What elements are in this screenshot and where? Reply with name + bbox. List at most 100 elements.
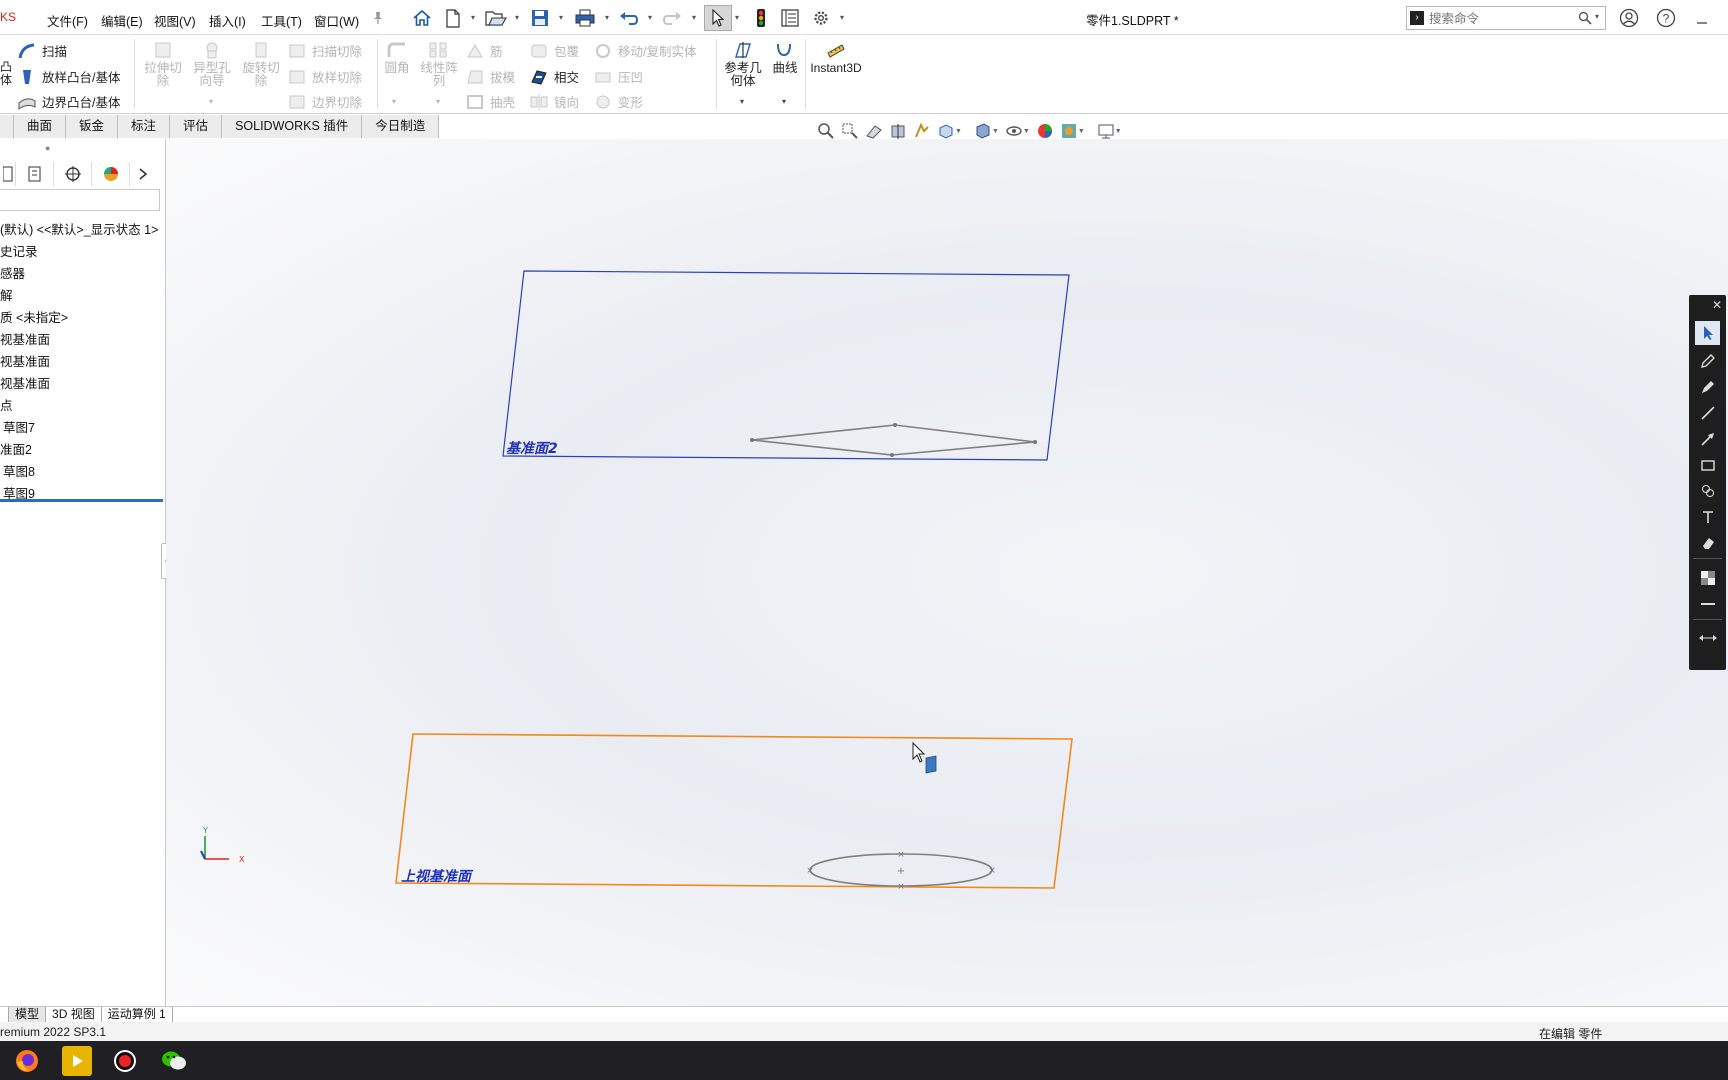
sketch-vertex[interactable] bbox=[893, 423, 897, 427]
menu-window[interactable]: 窗口(W) bbox=[314, 11, 359, 30]
tab-motion-study[interactable]: 运动算例 1 bbox=[102, 1007, 173, 1022]
chevron-down-icon[interactable]: ▾ bbox=[471, 13, 475, 22]
flex-button[interactable]: 变形 bbox=[593, 92, 643, 111]
help-icon[interactable]: ? bbox=[1654, 7, 1678, 29]
tab-solidworks-addins[interactable]: SOLIDWORKS 插件 bbox=[222, 115, 363, 138]
fill-pattern-icon[interactable] bbox=[1695, 566, 1720, 590]
tree-item-annotations[interactable]: 解 bbox=[0, 285, 13, 304]
gear-icon[interactable] bbox=[809, 7, 833, 29]
chevron-down-icon[interactable]: ▼ bbox=[1023, 128, 1030, 135]
chevron-down-icon[interactable]: ▾ bbox=[735, 13, 739, 22]
wechat-icon[interactable] bbox=[159, 1046, 189, 1076]
task-pane-icon[interactable] bbox=[1718, 139, 1728, 140]
hole-wizard-button[interactable]: 异型孔 向导 bbox=[191, 41, 233, 88]
chevron-down-icon[interactable]: ▼ bbox=[1115, 128, 1122, 135]
redo-icon[interactable] bbox=[660, 7, 684, 29]
tree-item-sensors[interactable]: 感器 bbox=[0, 263, 25, 282]
pencil-tool-icon[interactable] bbox=[1695, 349, 1720, 373]
tab-scroll-left[interactable] bbox=[0, 1007, 9, 1022]
tree-item-sketch7[interactable]: 草图7 bbox=[3, 417, 35, 436]
chevron-right-icon[interactable] bbox=[130, 162, 156, 186]
tab-3d-views[interactable]: 3D 视图 bbox=[46, 1007, 102, 1022]
tree-item-front-plane[interactable]: 视基准面 bbox=[0, 329, 50, 348]
select-pointer-icon[interactable] bbox=[704, 5, 732, 31]
user-account-icon[interactable] bbox=[1617, 7, 1641, 29]
menu-insert[interactable]: 插入(I) bbox=[209, 11, 246, 30]
chevron-down-icon[interactable]: ▾ bbox=[436, 97, 440, 106]
panel-splitter-dot[interactable]: ● bbox=[45, 143, 50, 153]
tree-item-right-plane[interactable]: 视基准面 bbox=[0, 373, 50, 392]
rollback-bar[interactable] bbox=[0, 499, 163, 502]
chevron-down-icon[interactable]: ▾ bbox=[692, 13, 696, 22]
sketch-vertex[interactable] bbox=[890, 453, 894, 457]
configuration-manager-tab-icon[interactable] bbox=[54, 162, 92, 186]
top-plane-label[interactable]: 上视基准面 bbox=[401, 868, 474, 885]
extrude-boss-partial-label[interactable]: 凸体 bbox=[0, 61, 12, 87]
display-manager-tab-icon[interactable] bbox=[92, 162, 130, 186]
line-weight-icon[interactable] bbox=[1695, 592, 1720, 616]
boundary-cut-button[interactable]: 边界切除 bbox=[287, 92, 362, 111]
draft-button[interactable]: 拔模 bbox=[465, 67, 515, 86]
media-player-icon[interactable] bbox=[62, 1046, 92, 1076]
expand-palette-icon[interactable] bbox=[1695, 626, 1720, 650]
chevron-down-icon[interactable]: ▼ bbox=[955, 128, 962, 135]
mirror-button[interactable]: 镜向 bbox=[529, 92, 579, 111]
plane2-outline[interactable] bbox=[502, 270, 1070, 461]
tab-surfaces[interactable]: 曲面 bbox=[14, 115, 67, 138]
tree-item-material[interactable]: 质 <未指定> bbox=[0, 307, 68, 326]
task-pane-icon[interactable] bbox=[1694, 139, 1706, 140]
chevron-down-icon[interactable]: ▾ bbox=[648, 13, 652, 22]
chevron-down-icon[interactable]: ▾ bbox=[1595, 12, 1599, 21]
menu-file[interactable]: 文件(F) bbox=[47, 11, 88, 30]
indent-button[interactable]: 压凹 bbox=[593, 67, 643, 86]
tree-item-top-plane[interactable]: 视基准面 bbox=[0, 351, 50, 370]
tree-item-sketch8[interactable]: 草图8 bbox=[3, 461, 35, 480]
tree-item-plane2[interactable]: 准面2 bbox=[0, 439, 32, 458]
tab-features-partial[interactable] bbox=[0, 115, 14, 138]
line-tool-icon[interactable] bbox=[1695, 401, 1720, 425]
sketch-vertex[interactable] bbox=[750, 438, 754, 442]
tab-make-today[interactable]: 今日制造 bbox=[362, 115, 440, 138]
intersect-button[interactable]: 相交 bbox=[529, 67, 579, 86]
move-copy-body-button[interactable]: 移动/复制实体 bbox=[593, 41, 696, 60]
print-icon[interactable] bbox=[573, 7, 597, 29]
wrap-button[interactable]: 包覆 bbox=[529, 41, 579, 60]
swept-cut-button[interactable]: 扫描切除 bbox=[287, 41, 362, 60]
pointer-tool-icon[interactable] bbox=[1695, 321, 1720, 345]
rib-button[interactable]: 筋 bbox=[465, 41, 503, 60]
text-tool-icon[interactable] bbox=[1695, 505, 1720, 529]
eraser-tool-icon[interactable] bbox=[1695, 531, 1720, 555]
boundary-boss-button[interactable]: 边界凸台/基体 bbox=[17, 92, 120, 111]
tab-model[interactable]: 模型 bbox=[9, 1007, 47, 1022]
save-icon[interactable] bbox=[528, 7, 552, 29]
menu-edit[interactable]: 编辑(E) bbox=[101, 11, 143, 30]
linear-pattern-button[interactable]: 线性阵 列 bbox=[418, 41, 460, 88]
chevron-down-icon[interactable]: ▾ bbox=[740, 97, 744, 106]
graphics-area[interactable]: 基准面2 + × × × × 上视基准面 Y X bbox=[166, 139, 1728, 1006]
menu-tools[interactable]: 工具(T) bbox=[261, 11, 302, 30]
instant3d-button[interactable]: Instant3D bbox=[809, 41, 863, 75]
tab-sheet-metal[interactable]: 钣金 bbox=[66, 115, 119, 138]
chevron-down-icon[interactable]: ▼ bbox=[1078, 128, 1085, 135]
chevron-down-icon[interactable]: ▾ bbox=[559, 13, 563, 22]
menu-view[interactable]: 视图(V) bbox=[154, 11, 196, 30]
open-file-icon[interactable] bbox=[484, 7, 508, 29]
chevron-down-icon[interactable]: ▾ bbox=[782, 97, 786, 106]
search-icon[interactable] bbox=[1578, 11, 1592, 28]
search-commands-box[interactable]: › ▾ bbox=[1406, 6, 1606, 30]
tab-markup[interactable]: 标注 bbox=[118, 115, 171, 138]
sweep-button[interactable]: 扫描 bbox=[17, 41, 67, 60]
tree-item-origin[interactable]: 点 bbox=[0, 395, 13, 414]
sketch8-quadrilateral[interactable] bbox=[751, 424, 1036, 456]
stamp-tool-icon[interactable] bbox=[1695, 479, 1720, 503]
file-properties-icon[interactable] bbox=[778, 7, 802, 29]
extruded-cut-button[interactable]: 拉伸切 除 bbox=[143, 41, 183, 88]
top-plane-outline[interactable] bbox=[395, 733, 1073, 889]
loft-boss-button[interactable]: 放样凸台/基体 bbox=[17, 67, 120, 86]
home-icon[interactable] bbox=[410, 7, 434, 29]
plane2-label[interactable]: 基准面2 bbox=[506, 440, 558, 457]
chevron-down-icon[interactable]: ▾ bbox=[605, 13, 609, 22]
chevron-down-icon[interactable]: ▾ bbox=[392, 97, 396, 106]
lofted-cut-button[interactable]: 放样切除 bbox=[287, 67, 362, 86]
screen-recorder-icon[interactable] bbox=[110, 1046, 140, 1076]
